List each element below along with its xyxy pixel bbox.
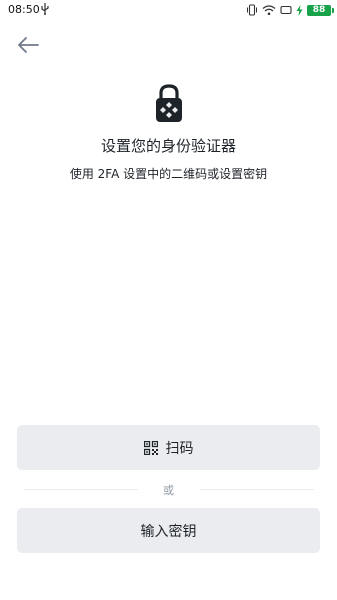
screen-icon bbox=[280, 5, 292, 15]
status-time: 08:50 bbox=[8, 3, 40, 16]
usb-icon bbox=[41, 3, 49, 15]
status-bar: 08:50 88 bbox=[0, 0, 337, 20]
wifi-icon bbox=[262, 5, 276, 16]
page-subtitle: 使用 2FA 设置中的二维码或设置密钥 bbox=[69, 167, 268, 181]
divider-line-right bbox=[200, 489, 314, 490]
back-button[interactable] bbox=[14, 33, 42, 57]
charging-icon bbox=[296, 4, 303, 16]
arrow-left-icon bbox=[18, 37, 39, 53]
enter-key-button[interactable]: 输入密钥 bbox=[17, 508, 320, 553]
battery-level: 88 bbox=[312, 4, 326, 15]
divider-or-label: 或 bbox=[163, 484, 174, 497]
scan-qr-label: 扫码 bbox=[165, 440, 194, 457]
scan-qr-button[interactable]: 扫码 bbox=[17, 425, 320, 470]
page-title: 设置您的身份验证器 bbox=[100, 137, 236, 155]
status-icons: 88 bbox=[246, 2, 334, 18]
qr-code-icon bbox=[143, 440, 158, 455]
battery-icon: 88 bbox=[307, 4, 334, 16]
enter-key-label: 输入密钥 bbox=[140, 523, 197, 540]
vibrate-icon bbox=[247, 4, 257, 16]
lock-icon bbox=[156, 84, 182, 122]
